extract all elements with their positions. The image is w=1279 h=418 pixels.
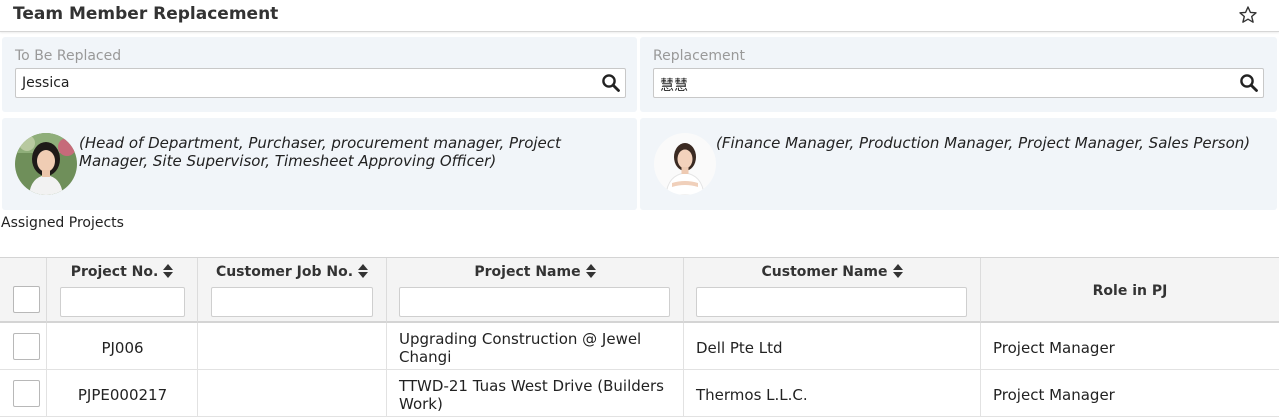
star-icon[interactable] [1238, 5, 1258, 25]
table-row[interactable]: PJ006 Upgrading Construction @ Jewel Cha… [0, 323, 1279, 370]
replacement-label: Replacement [653, 48, 745, 64]
column-header-label: Customer Name [761, 264, 888, 280]
to-be-replaced-label: To Be Replaced [15, 48, 122, 64]
project-no-cell: PJ006 [101, 339, 144, 357]
select-all-checkbox[interactable] [13, 286, 40, 313]
row-checkbox[interactable] [13, 380, 40, 407]
sort-icon[interactable] [892, 264, 903, 278]
avatar [15, 133, 77, 195]
customer-name-cell: Dell Pte Ltd [696, 339, 783, 357]
project-no-filter-input[interactable] [60, 287, 185, 317]
to-be-replaced-profile: (Head of Department, Purchaser, procurem… [2, 118, 637, 210]
page-header: Team Member Replacement [0, 0, 1279, 32]
to-be-replaced-panel: To Be Replaced Jessica [2, 37, 637, 112]
column-header-label: Customer Job No. [215, 264, 354, 280]
assigned-projects-table: Project No. Customer Job No. Project Nam… [0, 257, 1279, 417]
replacement-value: 慧慧 [660, 78, 688, 94]
column-project-no[interactable]: Project No. [47, 258, 198, 323]
sort-icon[interactable] [163, 264, 174, 278]
role-cell: Project Manager [993, 339, 1115, 357]
sort-icon[interactable] [585, 264, 596, 278]
select-all-header [0, 258, 47, 323]
to-be-replaced-value: Jessica [22, 75, 70, 91]
column-customer-job-no[interactable]: Customer Job No. [198, 258, 387, 323]
assigned-projects-label: Assigned Projects [1, 215, 124, 231]
column-role-in-pj: Role in PJ [981, 258, 1279, 323]
column-project-name[interactable]: Project Name [387, 258, 684, 323]
search-icon[interactable] [1239, 73, 1259, 93]
page-title: Team Member Replacement [13, 4, 279, 24]
customer-name-filter-input[interactable] [696, 287, 967, 317]
replacement-roles: (Finance Manager, Production Manager, Pr… [716, 134, 1251, 152]
avatar [654, 133, 716, 195]
column-customer-name[interactable]: Customer Name [684, 258, 981, 323]
customer-name-cell: Thermos L.L.C. [696, 386, 808, 404]
row-checkbox[interactable] [13, 333, 40, 360]
column-header-label: Project No. [70, 264, 159, 280]
replacement-profile: (Finance Manager, Production Manager, Pr… [640, 118, 1277, 210]
role-cell: Project Manager [993, 386, 1115, 404]
replacement-input[interactable]: 慧慧 [653, 68, 1264, 98]
project-name-cell: TTWD-21 Tuas West Drive (Builders Work) [399, 377, 664, 413]
project-no-cell: PJPE000217 [77, 386, 168, 404]
to-be-replaced-roles: (Head of Department, Purchaser, procurem… [79, 134, 561, 170]
project-name-cell: Upgrading Construction @ Jewel Changi [399, 330, 642, 366]
project-name-filter-input[interactable] [399, 287, 670, 317]
search-icon[interactable] [601, 73, 621, 93]
customer-job-no-filter-input[interactable] [211, 287, 373, 317]
column-header-label: Project Name [474, 264, 581, 280]
replacement-panel: Replacement 慧慧 [640, 37, 1277, 112]
to-be-replaced-input[interactable]: Jessica [15, 68, 626, 98]
column-header-label: Role in PJ [1092, 283, 1168, 299]
table-row[interactable]: PJPE000217 TTWD-21 Tuas West Drive (Buil… [0, 370, 1279, 417]
sort-icon[interactable] [358, 264, 369, 278]
